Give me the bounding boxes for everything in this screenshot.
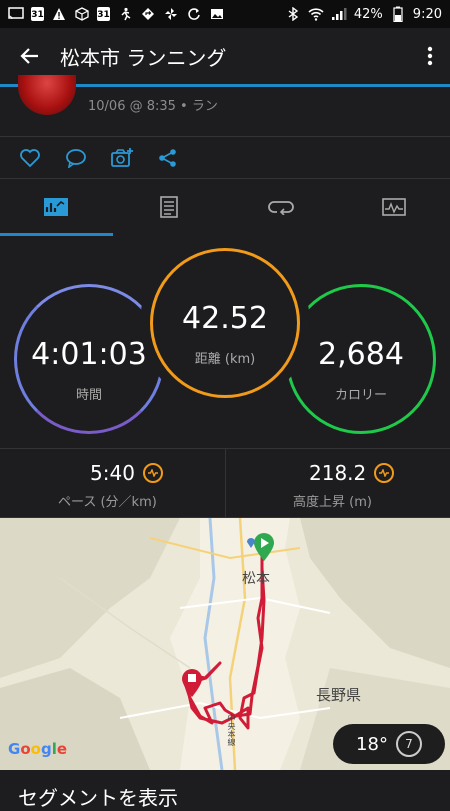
tab-laps[interactable] <box>225 178 338 236</box>
tab-stats[interactable] <box>0 178 113 236</box>
distance-ring: 42.52 距離 (km) <box>150 248 300 398</box>
bluetooth-icon <box>285 6 301 22</box>
camera-add-icon <box>110 147 134 169</box>
route-map[interactable]: 松本 長野県 中央本線 Google 18° 7 <box>0 518 450 770</box>
stats-panel: 4:01:03 時間 2,684 カロリー 42.52 距離 (km) <box>0 238 450 448</box>
distance-value: 42.52 <box>153 301 297 336</box>
poi-marker-icon <box>246 534 256 553</box>
wind-speed: 7 <box>405 737 413 751</box>
image-icon <box>209 6 225 22</box>
loop-icon <box>268 199 294 215</box>
warning-icon <box>51 6 67 22</box>
signal-icon <box>331 6 347 22</box>
pace-label: ペース (分／km) <box>58 491 157 510</box>
pinwheel-icon <box>163 6 179 22</box>
elevation-label: 高度上昇 (m) <box>293 491 372 510</box>
wifi-icon <box>308 6 324 22</box>
secondary-stats: 5:40 ペース (分／km) 218.2 高度上昇 (m) <box>0 448 450 518</box>
chart-icon <box>382 198 406 216</box>
time-ring: 4:01:03 時間 <box>14 284 164 434</box>
weather-badge[interactable]: 18° 7 <box>333 724 445 764</box>
share-button[interactable] <box>156 146 180 170</box>
google-attribution: Google <box>8 740 67 758</box>
status-right-icons: 42% 9:20 <box>285 6 442 22</box>
document-icon <box>160 196 178 218</box>
arrow-left-icon <box>20 46 40 66</box>
box-icon <box>74 6 90 22</box>
share-icon <box>158 148 178 168</box>
elevation-value: 218.2 <box>309 461 366 485</box>
tab-notes[interactable] <box>113 178 226 236</box>
sync-icon <box>186 6 202 22</box>
calories-ring: 2,684 カロリー <box>286 284 436 434</box>
battery-icon <box>390 6 406 22</box>
activity-meta: 10/06 @ 8:35 • ラン <box>88 95 218 114</box>
page-title: 松本市 ランニング <box>60 42 410 71</box>
clock: 9:20 <box>413 7 442 22</box>
activity-tabs <box>0 178 450 236</box>
add-photo-button[interactable] <box>110 146 134 170</box>
tab-charts[interactable] <box>338 178 450 236</box>
more-vert-icon <box>427 46 433 66</box>
distance-label: 距離 (km) <box>153 348 297 367</box>
activity-header: 10/06 @ 8:35 • ラン <box>0 87 450 127</box>
like-button[interactable] <box>18 146 42 170</box>
finish-marker-icon[interactable] <box>181 668 203 702</box>
cast-icon <box>8 6 24 22</box>
pace-value: 5:40 <box>90 461 135 485</box>
time-label: 時間 <box>17 384 161 403</box>
pace-gauge-icon <box>143 463 163 483</box>
map-city-label: 松本 <box>242 568 270 588</box>
segments-row[interactable]: セグメントを表示 <box>0 770 450 800</box>
comment-button[interactable] <box>64 146 88 170</box>
pace-cell[interactable]: 5:40 ペース (分／km) <box>0 449 225 519</box>
calories-label: カロリー <box>289 384 433 403</box>
heart-icon <box>19 148 41 168</box>
elevation-gauge-icon <box>374 463 394 483</box>
runner-icon <box>117 6 133 22</box>
calories-value: 2,684 <box>289 337 433 372</box>
navigation-icon <box>140 6 156 22</box>
social-actions <box>0 140 450 176</box>
map-prefecture-label: 長野県 <box>316 684 361 705</box>
start-marker-icon[interactable] <box>253 532 275 566</box>
stats-tab-icon <box>43 197 69 217</box>
segments-label: セグメントを表示 <box>18 782 178 811</box>
battery-percent: 42% <box>354 7 383 22</box>
more-options-button[interactable] <box>410 28 450 84</box>
map-highway-label: 中央本線 <box>226 714 237 746</box>
status-bar: 31 31 42% <box>0 0 450 28</box>
temperature: 18° <box>356 734 388 755</box>
activity-avatar[interactable] <box>18 75 76 115</box>
calendar-icon: 31 <box>31 7 44 21</box>
calendar-icon-2: 31 <box>97 7 110 21</box>
status-left-icons: 31 31 <box>8 6 225 22</box>
comment-icon <box>65 148 87 168</box>
wind-icon: 7 <box>396 731 422 757</box>
header-divider <box>0 136 450 137</box>
time-value: 4:01:03 <box>17 337 161 372</box>
elevation-cell[interactable]: 218.2 高度上昇 (m) <box>225 449 450 519</box>
